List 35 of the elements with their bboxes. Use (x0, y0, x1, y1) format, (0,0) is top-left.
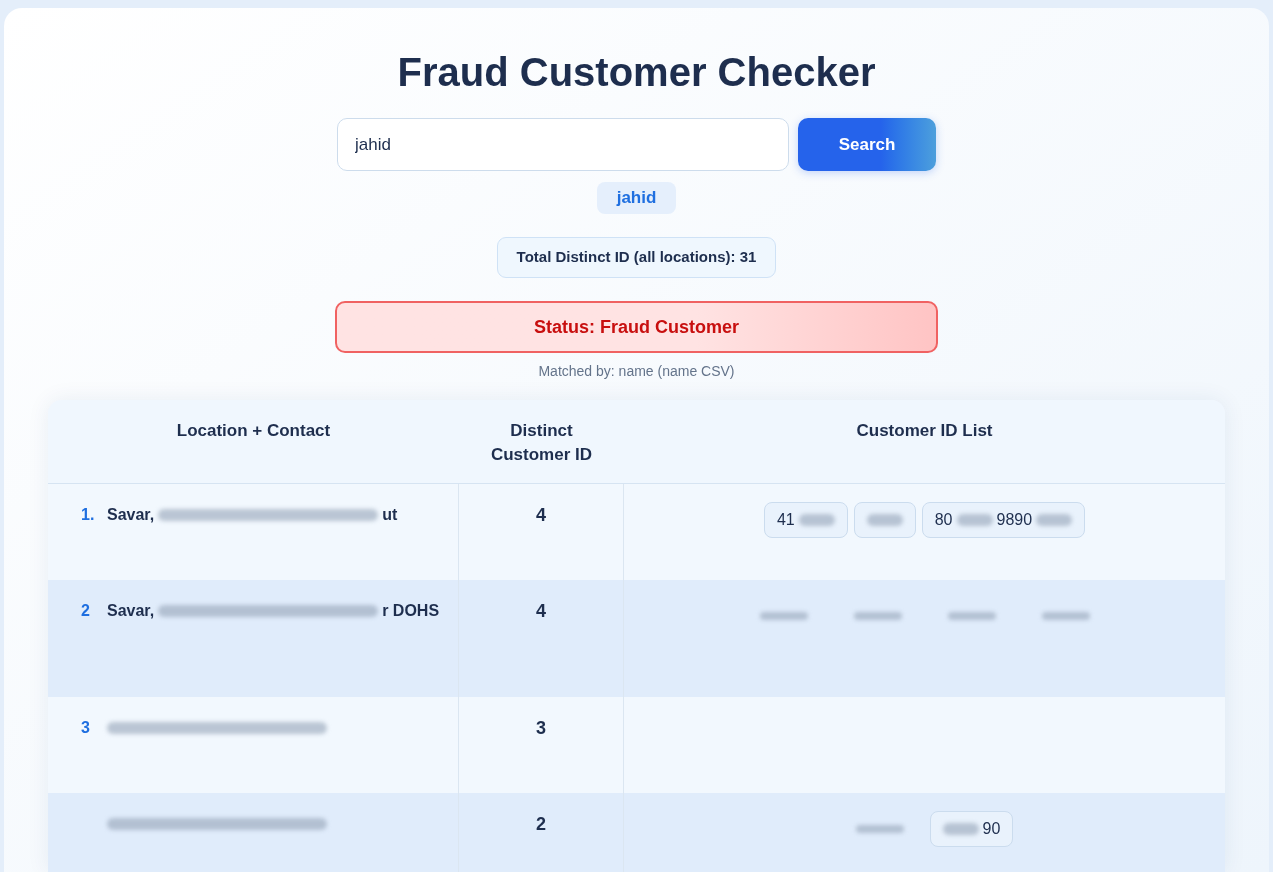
location-text: r DOHS (382, 601, 440, 621)
row-number: 3 (81, 718, 90, 738)
page-title: Fraud Customer Checker (397, 49, 876, 96)
match-info: Matched by: name (name CSV) (538, 362, 735, 381)
distinct-count: 4 (536, 601, 546, 621)
status-banner: Status: Fraud Customer (335, 301, 938, 353)
id-text: 90 (982, 819, 1001, 839)
blurred-text (853, 612, 902, 620)
id-text: 9890 (996, 510, 1033, 530)
distinct-count: 3 (536, 718, 546, 738)
distinct-count: 2 (536, 814, 546, 834)
column-header: Distinct Customer ID (490, 421, 593, 464)
total-summary: Total Distinct ID (all locations): 31 (496, 237, 777, 278)
search-button[interactable]: Search (798, 118, 936, 171)
blurred-text (855, 825, 904, 833)
blurred-text (1041, 612, 1090, 620)
location-text: ut (382, 505, 398, 525)
blurred-text (947, 612, 996, 620)
search-field[interactable]: jahid (337, 118, 789, 171)
blurred-text (866, 514, 903, 526)
column-header: Customer ID List (856, 421, 993, 440)
column-header: Location + Contact (176, 421, 331, 440)
blurred-text (798, 514, 835, 526)
blurred-text (956, 514, 993, 526)
row-number: 2 (81, 601, 90, 621)
id-text: 80 (934, 510, 953, 530)
blurred-text (759, 612, 808, 620)
location-text: Savar, (107, 505, 155, 525)
blurred-text (1036, 514, 1073, 526)
distinct-count: 4 (536, 505, 546, 525)
location-text: Savar, (107, 601, 155, 621)
blurred-text (942, 823, 979, 835)
id-text: 41 (776, 510, 795, 530)
row-number: 1. (81, 505, 95, 525)
query-tag: jahid (596, 182, 677, 214)
